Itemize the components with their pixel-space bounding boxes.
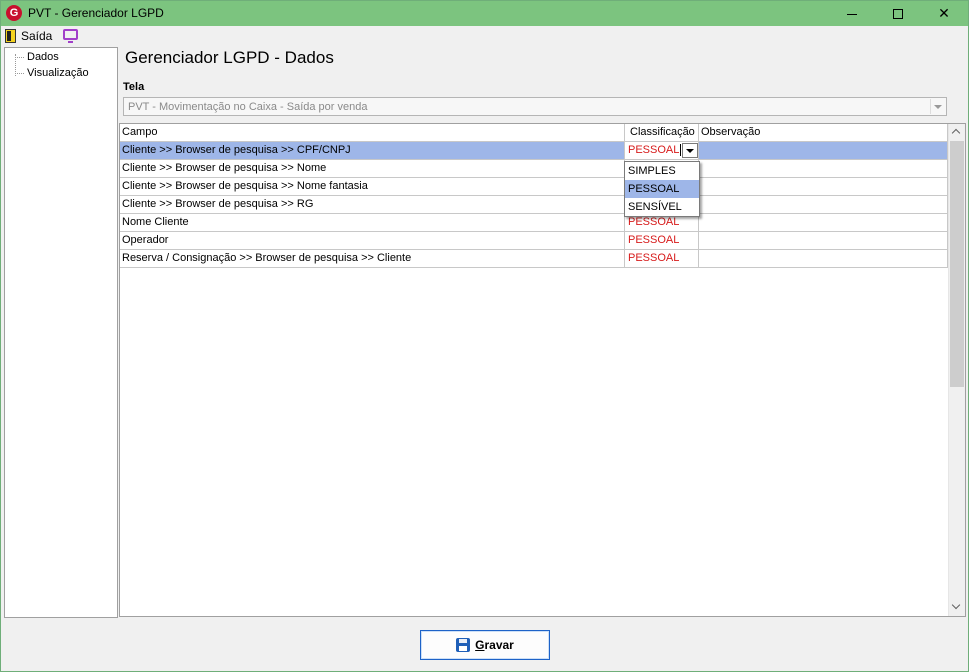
menu-bar: Saída: [1, 26, 968, 45]
column-header-campo[interactable]: Campo: [120, 124, 625, 142]
tela-select-value: PVT - Movimentação no Caixa - Saída por …: [128, 101, 368, 113]
vertical-scrollbar[interactable]: [948, 124, 965, 616]
table-row[interactable]: Cliente >> Browser de pesquisa >> RG: [120, 196, 948, 214]
cell-campo[interactable]: Nome Cliente: [120, 214, 625, 231]
maximize-icon: [893, 9, 903, 20]
tela-label: Tela: [123, 81, 145, 93]
grid-header: Campo Classificação Observação: [120, 124, 948, 142]
cell-observacao[interactable]: [699, 214, 948, 231]
save-label-mnemonic: G: [475, 638, 485, 652]
save-label: ravar: [484, 638, 514, 652]
maximize-button[interactable]: [875, 1, 921, 26]
cell-classificacao[interactable]: PESSOAL: [625, 232, 699, 249]
classificacao-dropdown: SIMPLES PESSOAL SENSÍVEL: [624, 161, 700, 217]
table-row[interactable]: Cliente >> Browser de pesquisa >> Nome f…: [120, 178, 948, 196]
column-header-observacao[interactable]: Observação: [699, 124, 948, 142]
table-row[interactable]: Cliente >> Browser de pesquisa >> CPF/CN…: [120, 142, 948, 160]
column-header-classificacao[interactable]: Classificação: [625, 124, 699, 142]
cell-campo[interactable]: Reserva / Consignação >> Browser de pesq…: [120, 250, 625, 267]
menu-exit-label: Saída: [21, 29, 53, 43]
sidebar-item-dados[interactable]: Dados: [15, 51, 59, 63]
table-row[interactable]: Nome Cliente PESSOAL: [120, 214, 948, 232]
sidebar-tree: Dados Visualização: [4, 47, 118, 618]
sidebar-item-visualizacao[interactable]: Visualização: [15, 67, 89, 79]
scroll-down-icon[interactable]: [949, 599, 965, 616]
close-button[interactable]: ✕: [921, 1, 967, 26]
door-exit-icon: [5, 29, 16, 43]
cell-campo[interactable]: Cliente >> Browser de pesquisa >> Nome: [120, 160, 625, 177]
cell-classificacao[interactable]: PESSOAL: [625, 250, 699, 267]
window-title: PVT - Gerenciador LGPD: [28, 6, 164, 20]
minimize-button[interactable]: [829, 1, 875, 26]
chevron-down-icon[interactable]: [682, 143, 698, 158]
cell-observacao[interactable]: [699, 232, 948, 249]
monitor-icon[interactable]: [63, 29, 78, 43]
tela-select[interactable]: PVT - Movimentação no Caixa - Saída por …: [123, 97, 947, 116]
classificacao-editor-value: PESSOAL: [628, 144, 680, 156]
cell-observacao[interactable]: [699, 160, 948, 177]
menu-exit[interactable]: Saída: [5, 28, 52, 44]
page-title: Gerenciador LGPD - Dados: [125, 48, 334, 67]
cell-observacao[interactable]: [699, 178, 948, 195]
chevron-down-icon[interactable]: [930, 99, 945, 114]
cell-campo[interactable]: Cliente >> Browser de pesquisa >> Nome f…: [120, 178, 625, 195]
dropdown-option-simples[interactable]: SIMPLES: [625, 162, 699, 180]
cell-observacao[interactable]: [699, 196, 948, 213]
title-bar[interactable]: G PVT - Gerenciador LGPD ✕: [1, 1, 968, 26]
table-row[interactable]: Operador PESSOAL: [120, 232, 948, 250]
dropdown-option-pessoal[interactable]: PESSOAL: [625, 180, 699, 198]
cell-campo[interactable]: Cliente >> Browser de pesquisa >> CPF/CN…: [120, 142, 625, 159]
app-window: G PVT - Gerenciador LGPD ✕ Saída Dados V…: [0, 0, 969, 672]
cell-campo[interactable]: Cliente >> Browser de pesquisa >> RG: [120, 196, 625, 213]
cell-observacao[interactable]: [699, 250, 948, 267]
close-icon: ✕: [938, 5, 950, 21]
app-logo-icon: G: [6, 5, 22, 21]
dropdown-option-sensivel[interactable]: SENSÍVEL: [625, 198, 699, 216]
minimize-icon: [847, 13, 857, 15]
scroll-up-icon[interactable]: [949, 124, 965, 141]
save-button[interactable]: Gravar: [420, 630, 550, 660]
table-row[interactable]: Cliente >> Browser de pesquisa >> Nome: [120, 160, 948, 178]
scrollbar-thumb[interactable]: [950, 141, 964, 387]
fields-grid: Campo Classificação Observação Cliente >…: [119, 123, 966, 617]
cell-campo[interactable]: Operador: [120, 232, 625, 249]
table-row[interactable]: Reserva / Consignação >> Browser de pesq…: [120, 250, 948, 268]
floppy-disk-icon: [456, 638, 471, 652]
cell-observacao[interactable]: [699, 142, 948, 159]
